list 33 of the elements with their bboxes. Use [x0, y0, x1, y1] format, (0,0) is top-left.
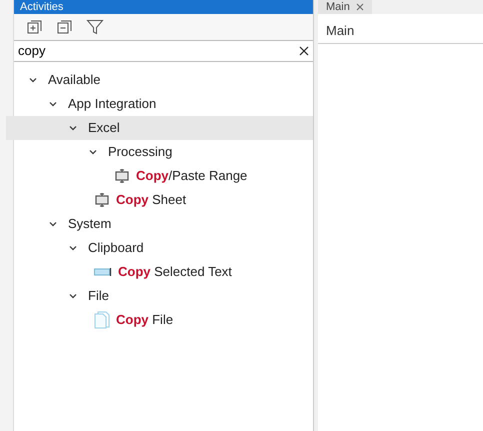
tree-category[interactable]: System	[6, 212, 313, 236]
tree-category[interactable]: File	[6, 284, 313, 308]
activity-item[interactable]: Copy Sheet	[6, 188, 313, 212]
tree-category[interactable]: Excel	[6, 116, 313, 140]
activity-label: Copy Sheet	[116, 191, 186, 210]
chevron-down-icon[interactable]	[28, 75, 38, 85]
close-icon[interactable]	[299, 46, 309, 56]
document-tab[interactable]: Main	[318, 0, 372, 14]
chevron-down-icon[interactable]	[48, 219, 58, 229]
tree-category[interactable]: Clipboard	[6, 236, 313, 260]
monitor-icon	[94, 192, 110, 208]
activity-label: Copy/Paste Range	[136, 167, 248, 186]
activity-item[interactable]: Copy/Paste Range	[6, 164, 313, 188]
activity-label: Copy File	[116, 311, 174, 330]
tree-category[interactable]: App Integration	[6, 92, 313, 116]
activity-item[interactable]: Copy Selected Text	[6, 260, 313, 284]
document-title: Main	[326, 22, 354, 40]
chevron-down-icon[interactable]	[68, 243, 78, 253]
file-icon	[94, 311, 110, 329]
activity-item[interactable]: Copy File	[6, 308, 313, 332]
chevron-down-icon[interactable]	[48, 99, 58, 109]
expand-all-icon[interactable]	[26, 18, 44, 36]
collapse-all-icon[interactable]	[56, 18, 74, 36]
monitor-icon	[114, 168, 130, 184]
chevron-down-icon[interactable]	[68, 123, 78, 133]
chevron-down-icon[interactable]	[88, 147, 98, 157]
text-selection-icon	[94, 267, 112, 277]
chevron-down-icon[interactable]	[68, 291, 78, 301]
activity-label: Copy Selected Text	[118, 263, 232, 282]
filter-icon[interactable]	[86, 18, 104, 36]
tree-category[interactable]: Processing	[6, 140, 313, 164]
tree-category[interactable]: Available	[6, 68, 313, 92]
panel-title: Activities	[20, 2, 64, 12]
